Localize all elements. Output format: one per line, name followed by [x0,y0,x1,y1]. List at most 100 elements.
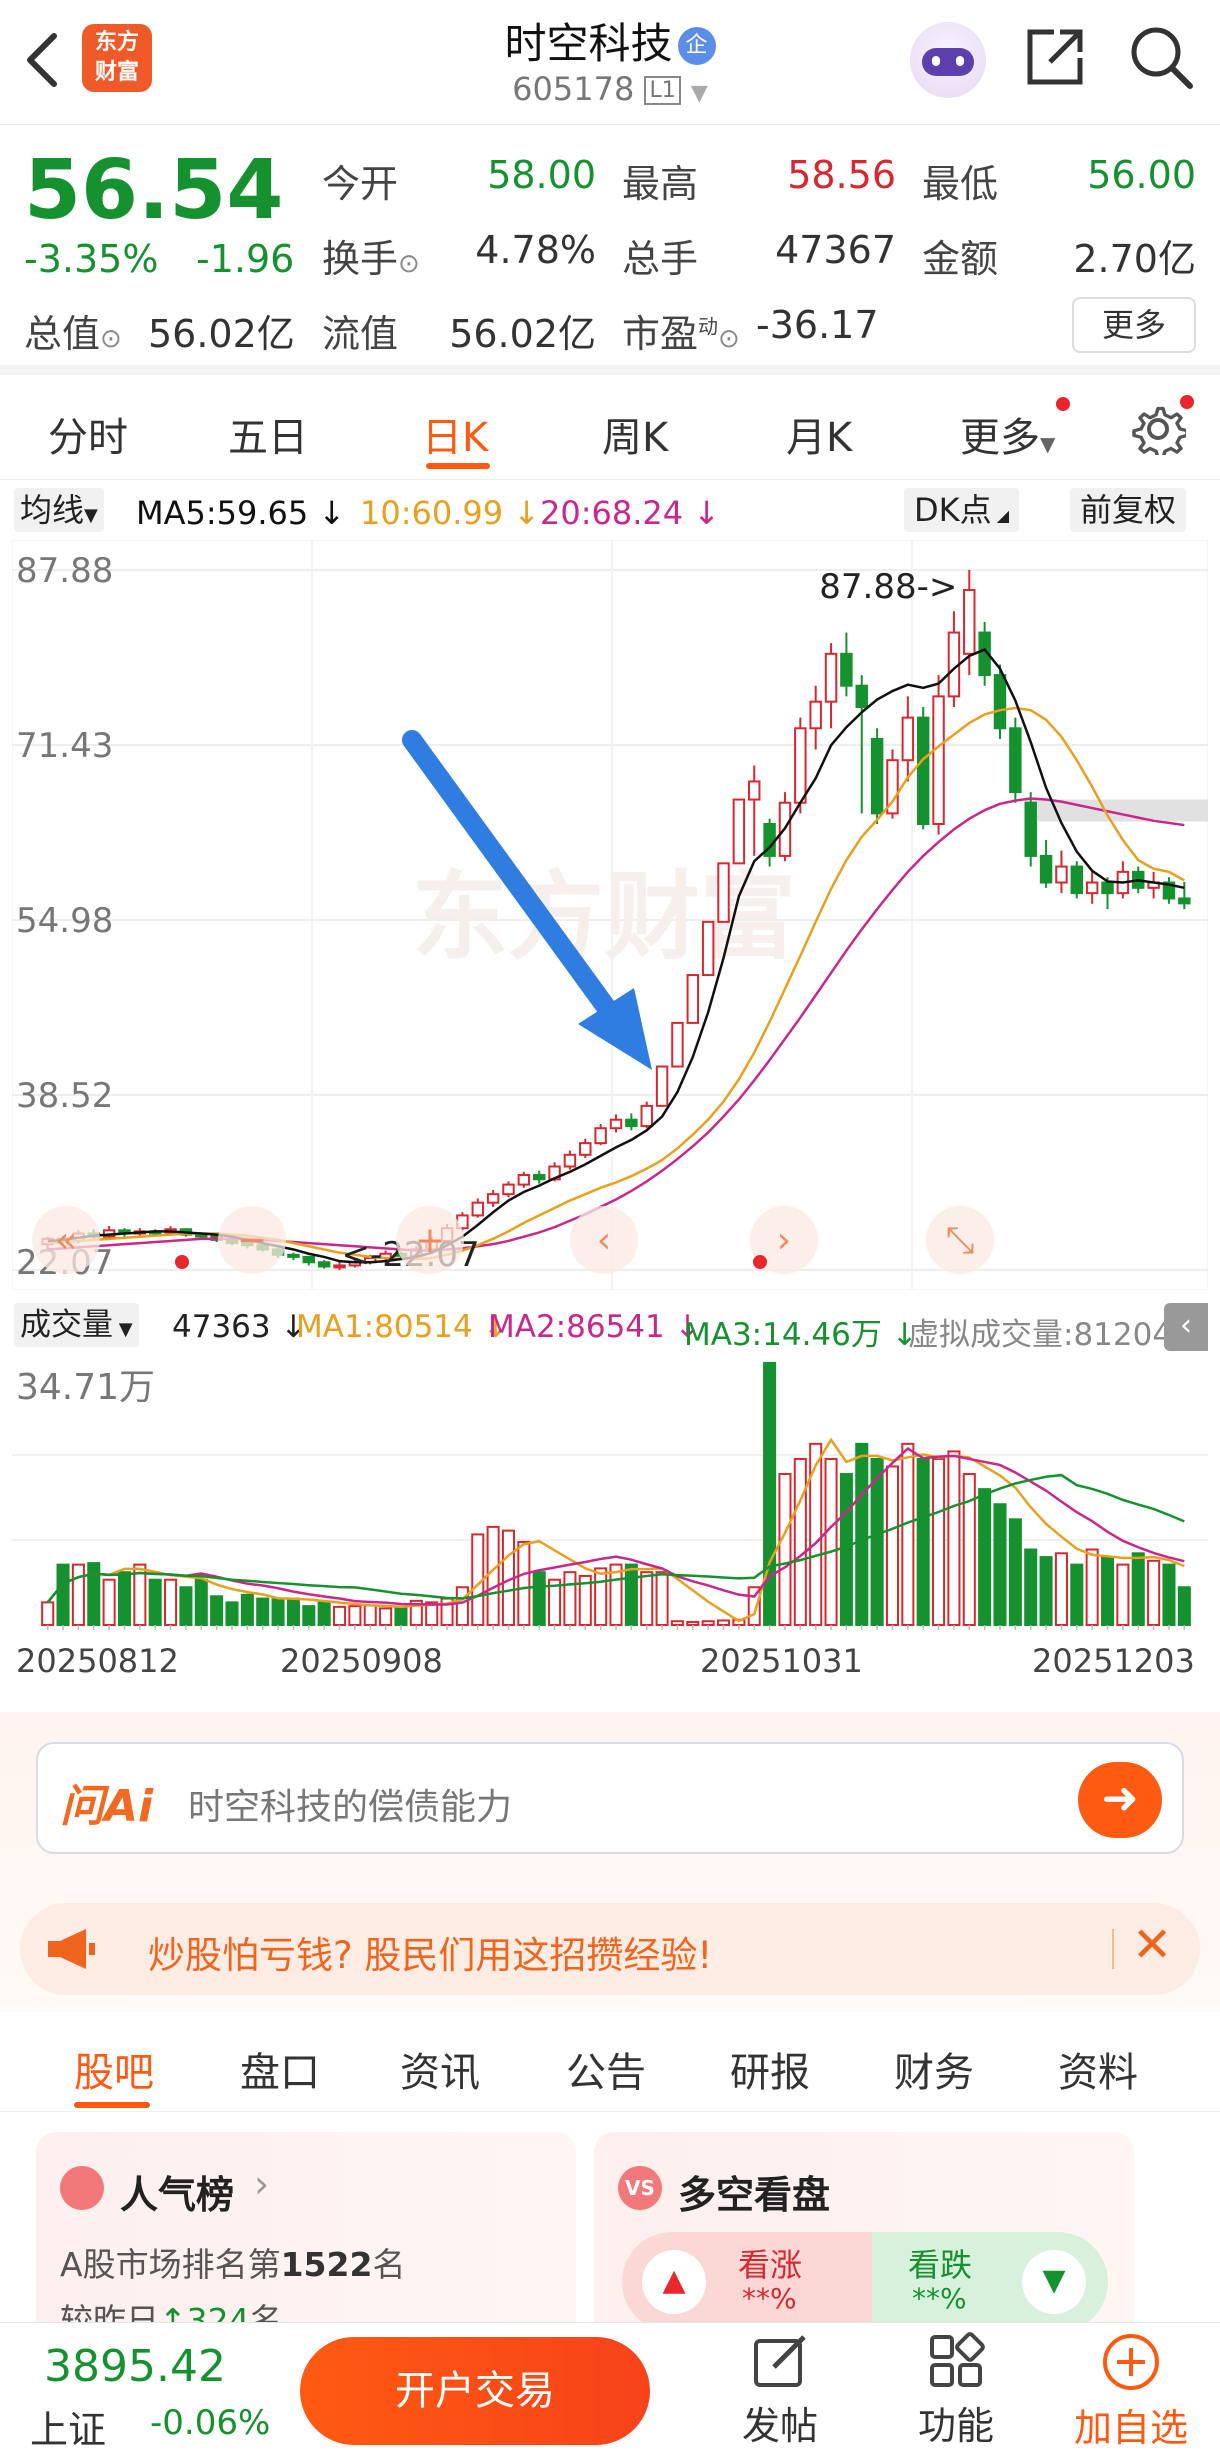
ai-question-text: 时空科技的偿债能力 [188,1787,513,1828]
bear-label: 看跌 [908,2246,973,2284]
tab-news[interactable]: 资讯 [400,2040,480,2098]
period-tabs: 分时 五日 日K 周K 月K 更多▼ [0,375,1220,480]
candle-body [794,727,807,804]
tab-intraday[interactable]: 分时 [48,405,128,463]
volume-bar [102,1578,116,1627]
scroll-left-icon[interactable]: « [32,1206,100,1274]
candle-body [287,1253,300,1258]
volume-bar [225,1601,239,1626]
post-button[interactable]: 发帖 [720,2331,840,2457]
ai-question-box[interactable]: 问Ai 时空科技的偿债能力 ➜ [36,1742,1184,1854]
tab-monthly-k[interactable]: 月K [786,405,852,463]
volume-bar [348,1605,362,1627]
stock-title[interactable]: 时空科技 企 [440,10,780,71]
low-label: 最低 [922,162,999,206]
index-widget[interactable]: 3895.42 上证 -0.06% [0,2323,290,2464]
candle-body [502,1183,515,1196]
previous-icon[interactable]: ‹ [570,1206,638,1274]
candle-body [532,1174,546,1181]
tab-five-day[interactable]: 五日 [228,405,308,463]
volume-bar [1085,1548,1099,1626]
adjust-button[interactable]: 前复权 [1070,488,1187,532]
volume-bar [901,1442,915,1627]
volume-bar [594,1567,608,1627]
tab-announcements[interactable]: 公告 [566,2040,646,2098]
stock-code-row[interactable]: 605178 L1 ▼ [470,70,750,108]
y-tick-label: 87.88 [16,551,113,591]
volume-legend-row: 成交量 ▼ 47363 ↓ MA1:80514 ↓ MA2:86541 ↓ MA… [0,1297,1220,1353]
bear-vote-button[interactable]: 看跌 **% ▼ [872,2232,1108,2332]
add-watchlist-button[interactable]: 加自选 [1056,2331,1206,2457]
level-badge: L1 [644,76,681,105]
volume-bar [1116,1563,1130,1626]
more-quote-button[interactable]: 更多 [1072,297,1196,353]
tab-forum[interactable]: 股吧 [74,2040,154,2098]
tab-daily-k[interactable]: 日K [422,405,488,463]
volume-bar [194,1578,208,1627]
candle-body [932,695,945,826]
vol-ma3-legend: MA3:14.46万 ↓ [684,1317,918,1353]
volume-chart[interactable]: 34.71万 [12,1355,1208,1630]
volume-value: 47367 [775,228,896,272]
y-tick-label: 54.98 [16,901,113,941]
market-cap-label: 总值⊙ [24,312,122,356]
volume-bar [71,1563,85,1626]
volume-bar [363,1604,377,1626]
active-tab-underline [426,463,490,469]
volume-bar [1039,1556,1053,1626]
settings-gear-icon[interactable] [1130,399,1186,455]
tab-weekly-k[interactable]: 周K [602,405,668,463]
volume-bar [655,1571,669,1626]
arrow-right-icon[interactable]: ➜ [1078,1762,1162,1838]
volume-bar [624,1563,638,1626]
virtual-volume: 虚拟成交量:81204 [908,1317,1173,1353]
volume-bar [1054,1552,1068,1627]
stock-name: 时空科技 [504,19,673,68]
volume-bar [809,1442,823,1627]
volume-indicator-selector[interactable]: 成交量 ▼ [14,1303,139,1347]
notification-dot [1056,397,1070,411]
search-icon[interactable] [1128,24,1194,90]
volume-bar [701,1620,715,1626]
fullscreen-icon[interactable]: ⤡ [926,1206,994,1274]
popularity-card[interactable]: 人气榜 › A股市场排名第1522名 较昨日↑324名 [36,2132,576,2342]
candle-body [1009,727,1022,794]
candle-body [840,652,853,687]
back-arrow-icon[interactable] [22,32,62,88]
tab-research[interactable]: 研报 [730,2040,810,2098]
bull-bear-card[interactable]: VS 多空看盘 ▲ 看涨 **% 看跌 **% ▼ [594,2132,1134,2342]
tab-finance[interactable]: 财务 [894,2040,974,2098]
pe-label: 市盈动⊙ [622,312,740,356]
volume-bar [885,1465,900,1626]
vol-ma2-legend: MA2:86541 ↓ [488,1309,701,1345]
change-amount: -1.96 [196,237,295,281]
function-button[interactable]: 功能 [896,2331,1016,2457]
pe-value: -36.17 [756,303,879,347]
zoom-out-icon[interactable]: − [218,1206,286,1274]
collapse-panel-button[interactable]: ‹ [1164,1303,1208,1351]
bull-bear-title: 多空看盘 [678,2173,831,2217]
candle-body [1085,881,1099,895]
share-icon[interactable] [1024,26,1086,88]
candle-body [824,652,838,703]
indicator-selector[interactable]: 均线▼ [14,488,104,532]
volume-bar [1131,1552,1145,1627]
open-account-button[interactable]: 开户交易 [300,2337,650,2445]
candle-body [809,700,822,730]
tab-more[interactable]: 更多▼ [960,405,1055,463]
candle-body [1178,897,1191,905]
robot-assistant-icon[interactable] [910,22,986,98]
tab-profile[interactable]: 资料 [1058,2040,1138,2098]
candle-body [701,920,715,977]
promo-banner[interactable]: 炒股怕亏钱? 股民们用这招攒经验! ✕ [20,1903,1200,1995]
kline-chart[interactable]: 87.8871.4354.9838.5222.07东方财富87.88-><-22… [12,540,1208,1290]
candle-body [748,780,761,801]
bull-vote-button[interactable]: ▲ 看涨 **% [622,2232,872,2332]
info-icon: ⊙ [398,249,420,279]
candle-body [302,1255,316,1264]
candle-body [655,1065,669,1107]
dk-point-button[interactable]: DK点 ◢ [904,488,1020,532]
close-icon[interactable]: ✕ [1132,1917,1172,1973]
tab-order-book[interactable]: 盘口 [240,2040,320,2098]
zoom-in-icon[interactable]: + [396,1206,464,1274]
